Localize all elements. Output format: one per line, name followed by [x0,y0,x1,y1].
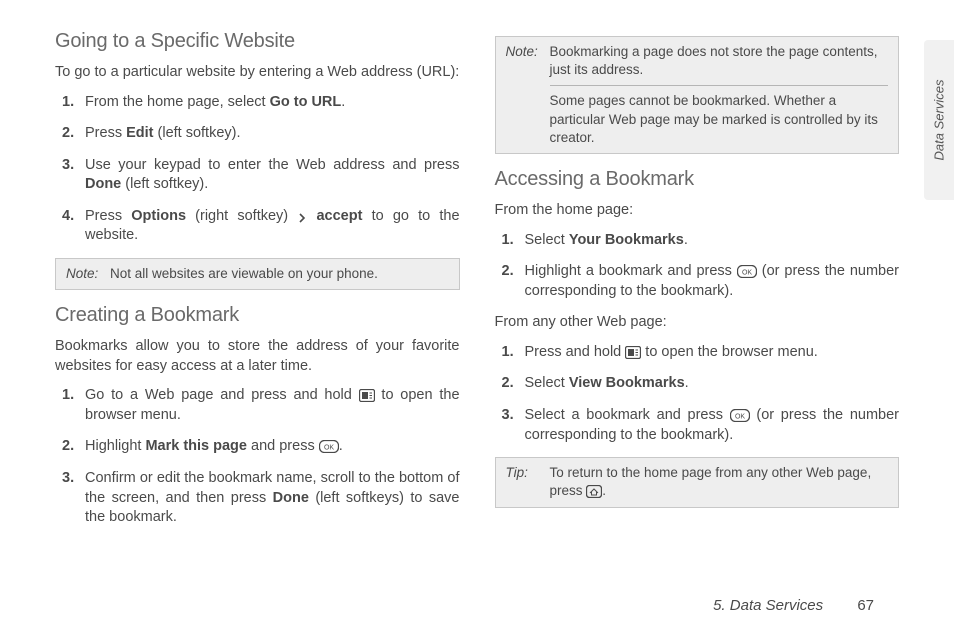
footer-chapter: 5. Data Services [713,597,823,614]
list-item: From the home page, select Go to URL. [55,93,460,113]
list-item: Use your keypad to enter the Web address… [55,156,460,195]
list-item: Press and hold to open the browser menu. [495,343,900,363]
steps-create-bookmark: Go to a Web page and press and hold to o… [55,386,460,527]
side-tab: Data Services [924,40,954,200]
chevron-right-icon [297,213,307,223]
list-item: Go to a Web page and press and hold to o… [55,386,460,425]
svg-text:OK: OK [324,445,334,452]
steps-access-from-other: Press and hold to open the browser menu.… [495,343,900,445]
svg-text:OK: OK [735,414,745,421]
note-box: Note: Not all websites are viewable on y… [55,258,460,290]
menu-key-icon [625,346,641,359]
menu-key-icon [359,389,375,402]
list-item: Select a bookmark and press OK (or press… [495,406,900,445]
list-item: Select View Bookmarks. [495,374,900,394]
list-item: Select Your Bookmarks. [495,231,900,251]
ok-key-icon: OK [319,440,339,453]
list-item: Press Edit (left softkey). [55,124,460,144]
home-key-icon [586,485,602,498]
note-box: Note: Bookmarking a page does not store … [495,36,900,154]
note-body: Bookmarking a page does not store the pa… [550,43,889,147]
page-content: Going to a Specific Website To go to a p… [0,0,954,560]
side-tab-label: Data Services [932,80,947,161]
note-label: Note: [506,43,542,147]
from-other-text: From any other Web page: [495,313,900,333]
list-item: Press Options (right softkey) accept to … [55,207,460,246]
tip-label: Tip: [506,464,542,500]
heading-accessing-bookmark: Accessing a Bookmark [495,168,900,191]
intro-text: To go to a particular website by enterin… [55,63,460,83]
heading-going-to-website: Going to a Specific Website [55,30,460,53]
ok-key-icon: OK [737,265,757,278]
list-item: Highlight Mark this page and press OK. [55,437,460,457]
steps-go-to-url: From the home page, select Go to URL. Pr… [55,93,460,246]
left-column: Going to a Specific Website To go to a p… [55,30,460,540]
tip-body: To return to the home page from any othe… [550,464,889,500]
right-column: Note: Bookmarking a page does not store … [495,30,900,540]
page-footer: 5. Data Services 67 [713,597,874,614]
list-item: Highlight a bookmark and press OK (or pr… [495,262,900,301]
bookmark-intro: Bookmarks allow you to store the address… [55,337,460,376]
svg-text:OK: OK [742,270,752,277]
from-home-text: From the home page: [495,201,900,221]
heading-creating-bookmark: Creating a Bookmark [55,304,460,327]
list-item: Confirm or edit the bookmark name, scrol… [55,469,460,528]
footer-page-number: 67 [857,597,874,614]
note-divider [550,85,889,86]
ok-key-icon: OK [730,409,750,422]
steps-access-from-home: Select Your Bookmarks. Highlight a bookm… [495,231,900,302]
note-body: Not all websites are viewable on your ph… [110,265,449,283]
note-label: Note: [66,265,102,283]
tip-box: Tip: To return to the home page from any… [495,457,900,507]
